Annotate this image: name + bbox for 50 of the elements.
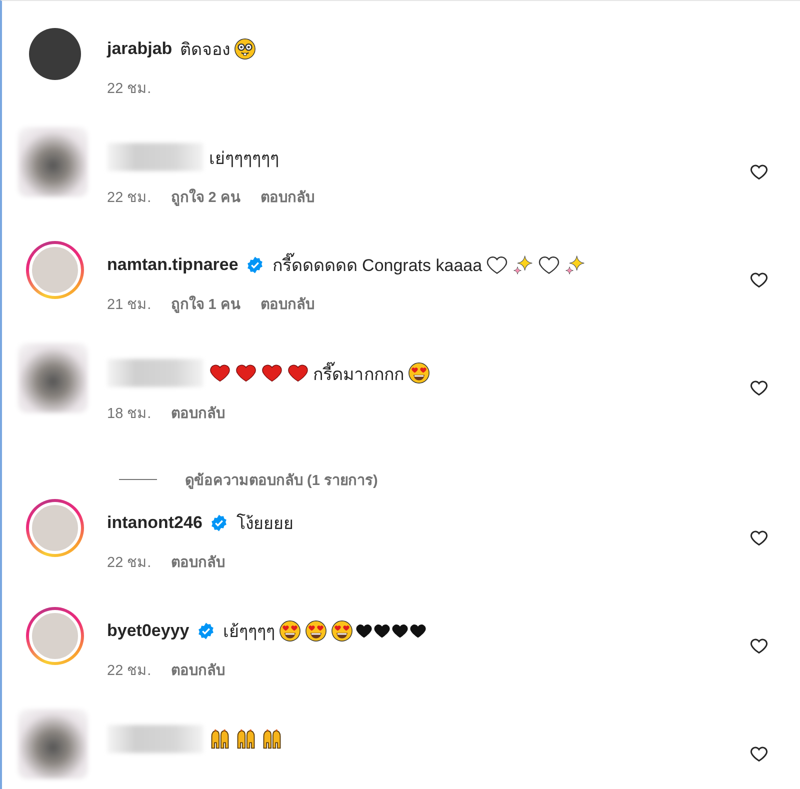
- heart-eyes-face-icon: [279, 620, 302, 642]
- heart-eyes-face-icon: [305, 620, 328, 642]
- like-button[interactable]: [750, 745, 768, 763]
- username-link[interactable]: namtan.tipnaree: [107, 254, 238, 274]
- like-button[interactable]: [750, 379, 768, 397]
- heart-icon: [373, 622, 392, 640]
- raised-hands-icon: [261, 728, 283, 750]
- comment-time: 21 ชม.: [107, 296, 152, 315]
- likes-count-link[interactable]: ถูกใจ 2 คน: [171, 185, 240, 208]
- nerd-face-icon: [234, 38, 256, 60]
- heart-icon: [235, 362, 257, 384]
- reply-button[interactable]: ตอบกลับ: [171, 658, 226, 681]
- username-link[interactable]: byet0eyyy: [107, 620, 190, 640]
- heart-eyes-face-icon: [408, 362, 430, 384]
- likes-count-link[interactable]: ถูกใจ 1 คน: [171, 292, 240, 315]
- heart-icon: [287, 362, 309, 384]
- comment-text: ติดจอง: [180, 39, 230, 61]
- raised-hands-icon: [209, 728, 231, 750]
- view-replies-button[interactable]: ดูข้อความตอบกลับ (1 รายการ): [185, 468, 378, 491]
- raised-hands-icon: [235, 728, 257, 750]
- heart-icon: [409, 622, 428, 640]
- like-button[interactable]: [750, 271, 768, 289]
- comment-time: 22 ชม.: [107, 554, 152, 573]
- heart-icon: [261, 362, 283, 384]
- heart-icon: [391, 622, 410, 640]
- like-button[interactable]: [750, 637, 768, 655]
- comment-text: เย้ๆๆๆๆ: [223, 621, 276, 643]
- sparkles-icon: [512, 254, 534, 276]
- username-link[interactable]: jarabjab: [107, 38, 172, 58]
- reply-button[interactable]: ตอบกลับ: [260, 185, 314, 208]
- heart-eyes-face-icon: [331, 620, 354, 642]
- comment-time: 18 ชม.: [107, 405, 152, 424]
- outline-heart-icon: [538, 254, 560, 276]
- reply-button[interactable]: ตอบกลับ: [260, 292, 314, 315]
- like-button[interactable]: [750, 529, 768, 547]
- comment-time: 22 ชม.: [107, 80, 152, 99]
- comment-text: กรี๊ดมากกกก: [313, 360, 404, 386]
- heart-icon: [209, 362, 231, 384]
- comment-time: 22 ชม.: [107, 662, 152, 681]
- comment-text: โง้ยยยย: [236, 512, 294, 535]
- comment-text: เย่ๆๆๆๆๆๆ: [209, 148, 279, 170]
- comment-text: กรี๊ดดดดดด Congrats kaaaa: [272, 251, 482, 278]
- sparkles-icon: [564, 254, 586, 276]
- username-link[interactable]: intanont246: [107, 512, 202, 532]
- like-button[interactable]: [750, 163, 768, 181]
- outline-heart-icon: [486, 254, 508, 276]
- reply-button[interactable]: ตอบกลับ: [171, 401, 226, 424]
- heart-icon: [355, 622, 374, 640]
- comment-time: 22 ชม.: [107, 189, 152, 208]
- reply-button[interactable]: ตอบกลับ: [171, 550, 226, 573]
